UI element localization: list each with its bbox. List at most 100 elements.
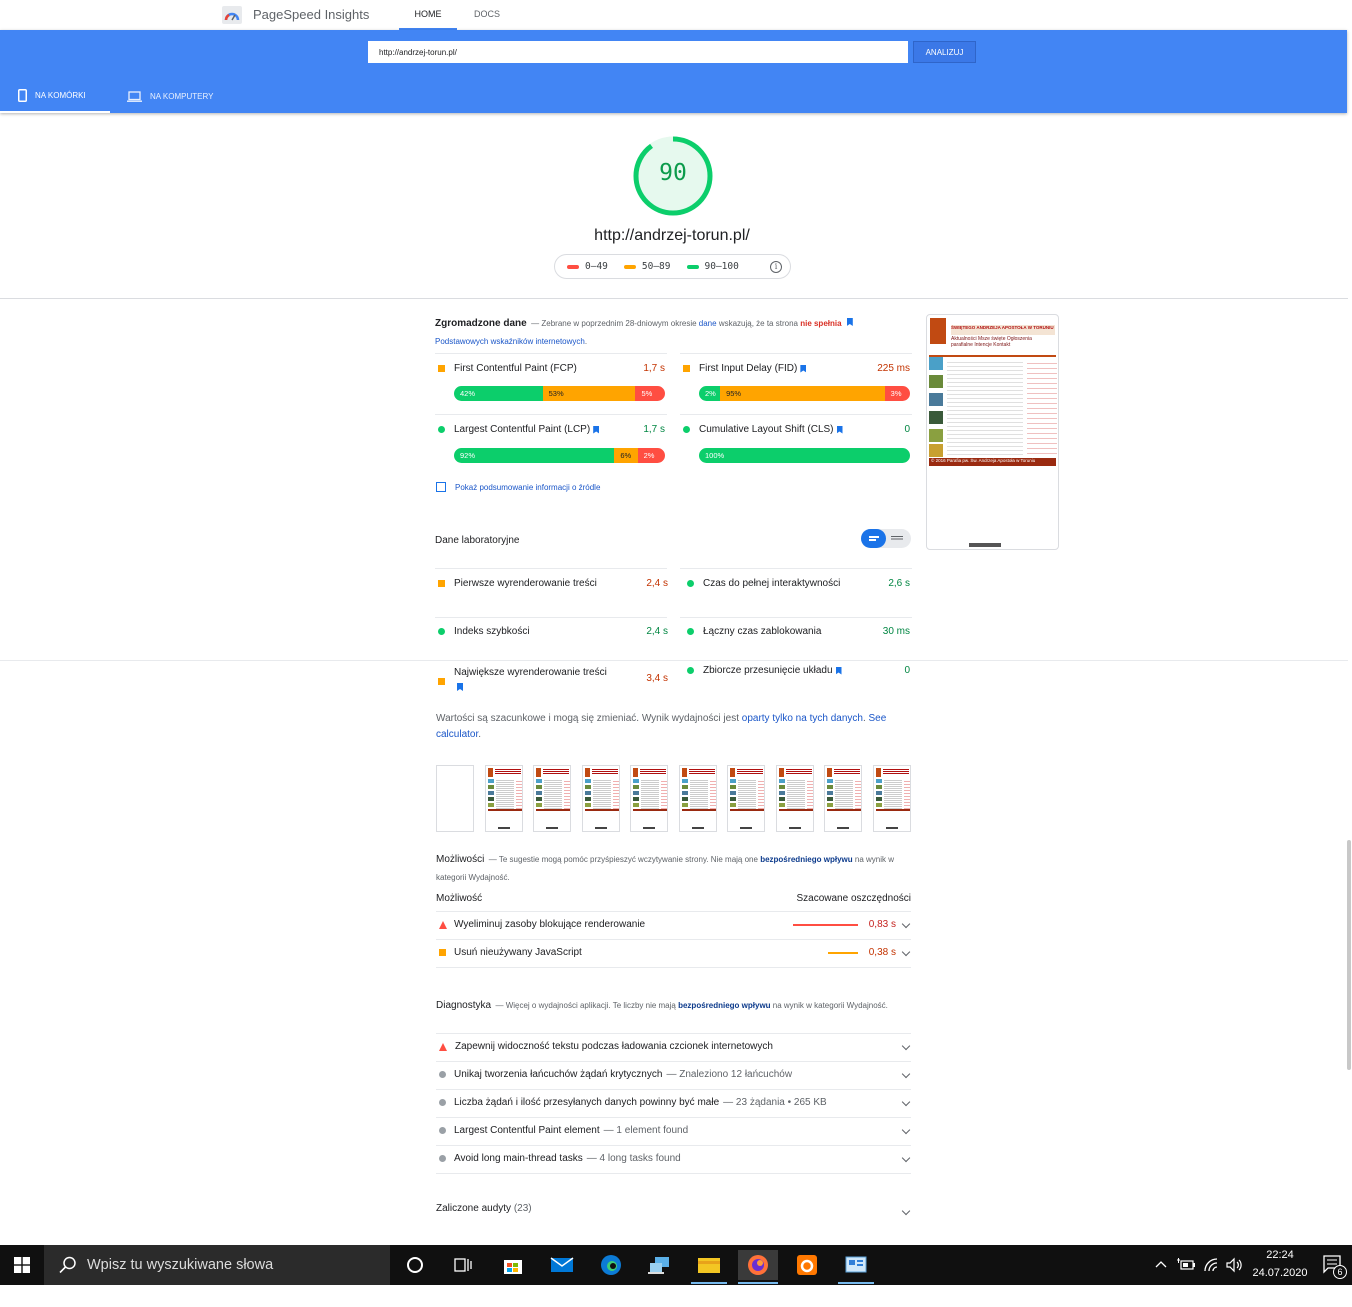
battery-icon[interactable] <box>1177 1257 1195 1271</box>
laptop-icon <box>127 91 142 102</box>
divider <box>436 1117 911 1118</box>
diagnostic-item[interactable]: Largest Contentful Paint element — 1 elem… <box>439 1125 688 1136</box>
url-input[interactable] <box>368 41 908 63</box>
chevron-down-icon[interactable] <box>901 1041 911 1051</box>
list-icon <box>891 536 903 541</box>
chevron-up-icon[interactable] <box>1155 1258 1167 1270</box>
diagnostic-item[interactable]: Unikaj tworzenia łańcuchów żądań krytycz… <box>439 1069 792 1080</box>
chevron-down-icon[interactable] <box>901 1206 911 1216</box>
thumbnail-footer: © 2016 Parafia pw. Św. Andrzeja Apostoła… <box>929 458 1056 466</box>
lab-metric-tbt: Łączny czas zablokowania <box>687 626 821 637</box>
calculation-link[interactable]: oparty tylko na tych danych <box>742 713 863 724</box>
field-metric-fid: First Input Delay (FID) <box>683 363 807 374</box>
pagespeed-logo-icon <box>222 6 242 24</box>
chevron-down-icon[interactable] <box>901 947 911 957</box>
savings-bar <box>828 952 858 954</box>
dist-good: 2% <box>699 386 721 401</box>
opportunities-header: Możliwości — Te sugestie mogą pomóc przy… <box>436 854 894 882</box>
divider <box>436 1061 911 1062</box>
bookmark-icon <box>835 666 842 675</box>
info-dot-icon <box>439 1099 446 1106</box>
view-toggle-compact[interactable] <box>861 529 886 548</box>
dist-good: 42% <box>454 386 543 401</box>
pass-icon <box>687 580 694 587</box>
active-app-indicator <box>838 1282 874 1284</box>
bookmark-icon <box>836 425 843 434</box>
diagnostics-header: Diagnostyka — Więcej o wydajności aplika… <box>436 1000 888 1011</box>
dist-poor: 5% <box>635 386 665 401</box>
savings-bar <box>793 924 858 926</box>
chevron-down-icon[interactable] <box>901 1069 911 1079</box>
diagnostic-detail: — 1 element found <box>603 1125 689 1136</box>
diagnostic-name: Liczba żądań i ilość przesyłanych danych… <box>454 1097 720 1108</box>
lab-metric-tbt-value: 30 ms <box>882 626 910 637</box>
mail-icon[interactable] <box>542 1250 582 1280</box>
diagnostic-item[interactable]: Zapewnij widoczność tekstu podczas ładow… <box>439 1041 777 1052</box>
checkbox-icon <box>436 482 446 492</box>
divider <box>680 617 912 618</box>
info-dot-icon <box>439 1155 446 1162</box>
tab-desktop[interactable]: NA KOMPUTERY <box>127 80 237 113</box>
legend-fail: 0–49 <box>567 261 608 272</box>
nav-home-tab[interactable]: HOME <box>399 9 457 30</box>
wifi-icon[interactable] <box>1203 1257 1219 1273</box>
page-scrollbar[interactable] <box>1347 840 1351 1070</box>
filmstrip-frame <box>679 765 717 832</box>
show-source-checkbox[interactable]: Pokaż podsumowanie informacji o źródle <box>436 482 600 492</box>
fails-badge: nie spełnia <box>800 319 842 328</box>
divider <box>436 939 911 940</box>
chevron-down-icon[interactable] <box>901 1097 911 1107</box>
average-icon <box>683 365 690 372</box>
top-bar <box>0 0 1352 30</box>
app-title: PageSpeed Insights <box>253 7 370 22</box>
volume-icon[interactable] <box>1226 1257 1244 1273</box>
dist-good: 100% <box>699 448 910 463</box>
control-panel-icon[interactable] <box>836 1250 876 1280</box>
passed-audits-header[interactable]: Zaliczone audyty (23) <box>436 1203 532 1214</box>
pass-icon <box>687 628 694 635</box>
filmstrip-frame <box>873 765 911 832</box>
direct-impact-link[interactable]: bezpośredniego wpływu <box>760 855 852 864</box>
core-web-vitals-link[interactable]: Podstawowych wskaźników internetowych <box>435 337 585 346</box>
pass-icon <box>438 628 445 635</box>
thumbnail-header: ŚWIĘTEGO ANDRZEJA APOSTOŁA W TORUNIU <box>951 325 1055 335</box>
diagnostic-item[interactable]: Liczba żądań i ilość przesyłanych danych… <box>439 1097 827 1108</box>
chevron-down-icon[interactable] <box>901 1125 911 1135</box>
divider <box>0 298 1348 299</box>
bookmark-icon <box>800 364 807 373</box>
avast-icon[interactable] <box>787 1250 827 1280</box>
tab-mobile[interactable]: NA KOMÓRKI <box>0 80 110 113</box>
edge-browser-icon[interactable] <box>591 1250 631 1280</box>
filmstrip-frame <box>582 765 620 832</box>
microsoft-store-icon[interactable] <box>493 1250 533 1280</box>
file-explorer-icon[interactable] <box>689 1250 729 1280</box>
network-app-icon[interactable] <box>640 1250 680 1280</box>
opportunity-item[interactable]: Usuń nieużywany JavaScript <box>439 947 582 958</box>
info-icon[interactable]: i <box>770 260 782 273</box>
task-view-icon[interactable] <box>443 1250 483 1280</box>
direct-impact-link[interactable]: bezpośredniego wpływu <box>678 1001 770 1010</box>
info-dot-icon <box>439 1071 446 1078</box>
clock-time[interactable]: 22:24 <box>1252 1249 1308 1261</box>
average-icon <box>438 677 445 685</box>
start-button[interactable] <box>0 1245 44 1285</box>
lab-metric-lcp: Największe wyrenderowanie treści <box>438 665 608 697</box>
nav-docs-tab[interactable]: DOCS <box>474 9 500 19</box>
firefox-icon[interactable] <box>738 1250 778 1280</box>
filmstrip-frame <box>776 765 814 832</box>
analyze-button[interactable]: ANALIZUJ <box>913 41 976 63</box>
field-data-link[interactable]: dane <box>699 319 717 328</box>
cortana-icon[interactable] <box>395 1250 435 1280</box>
diagnostic-item[interactable]: Avoid long main-thread tasks — 4 long tas… <box>439 1153 681 1164</box>
chevron-down-icon[interactable] <box>901 1153 911 1163</box>
divider <box>0 660 1348 661</box>
diagnostics-title: Diagnostyka <box>436 1000 492 1011</box>
divider <box>680 353 912 354</box>
taskbar-search[interactable]: Wpisz tu wyszukiwane słowa <box>44 1245 390 1285</box>
score-legend: 0–49 50–89 90–100 i <box>554 254 791 279</box>
filmstrip-frame <box>533 765 571 832</box>
diagnostic-name: Largest Contentful Paint element <box>454 1125 600 1136</box>
clock-date[interactable]: 24.07.2020 <box>1252 1267 1308 1279</box>
field-metric-fcp: First Contentful Paint (FCP) <box>438 363 577 374</box>
savings-col-header: Szacowane oszczędności <box>796 893 911 904</box>
